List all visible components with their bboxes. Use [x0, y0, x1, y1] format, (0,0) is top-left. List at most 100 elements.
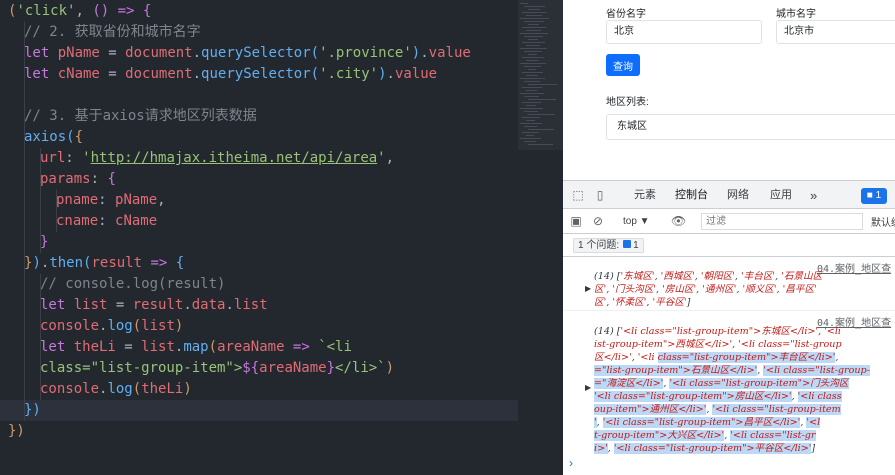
code-token: areaName: [259, 360, 327, 376]
code-line[interactable]: class="list-group-item">${areaName}</li>…: [0, 358, 394, 379]
code-token: ': [377, 150, 386, 166]
code-token: cName: [115, 213, 158, 229]
code-line[interactable]: ('click', () => {: [0, 1, 151, 22]
minimap-line: [526, 45, 540, 46]
code-token: {: [74, 129, 84, 145]
code-line[interactable]: // 3. 基于axios请求地区列表数据: [0, 106, 257, 127]
issues-bar: 1 个问题: 1: [563, 234, 895, 257]
console-log-line: ', '<li class="list-group-item">昌平区</li>…: [594, 416, 821, 429]
console-log-token: '顺义区': [742, 284, 777, 295]
sidebar-toggle-icon[interactable]: ▣: [569, 214, 583, 228]
minimap-line: [520, 63, 546, 64]
minimap-line: [520, 108, 543, 109]
code-line[interactable]: url: 'http://hmajax.itheima.net/api/area…: [0, 148, 394, 169]
console-log-token: '<li class="list-group-item">平谷区</li>': [613, 443, 812, 454]
console-log-token: '<li: [824, 326, 841, 337]
inspect-element-icon[interactable]: ⬚: [571, 188, 585, 202]
code-token: params: [40, 171, 91, 187]
code-token: (: [66, 129, 75, 145]
code-token: 'click': [16, 3, 76, 19]
code-editor[interactable]: ('click', () => {// 2. 获取省份和城市名字 let pNam…: [0, 0, 563, 475]
minimap-line: [520, 18, 549, 19]
code-line[interactable]: let cName = document.querySelector('.cit…: [0, 64, 437, 85]
code-token: url: [40, 150, 66, 166]
code-line[interactable]: axios({: [0, 127, 83, 148]
code-token: =: [99, 45, 126, 61]
minimap[interactable]: [518, 0, 563, 475]
console-prompt[interactable]: ›: [569, 456, 573, 470]
expand-arrow-icon[interactable]: ▶: [585, 383, 591, 392]
issues-counter-count: 1: [633, 240, 639, 251]
minimap-line: [528, 99, 556, 100]
minimap-line: [524, 96, 539, 97]
code-token: let: [40, 339, 74, 355]
code-token: class="list-group-item">: [40, 360, 243, 376]
log-source-link-1[interactable]: 04.案例_地区查: [817, 260, 891, 275]
code-token: (: [208, 339, 218, 355]
city-input[interactable]: 北京市: [776, 20, 895, 44]
code-line[interactable]: // 2. 获取省份和城市名字: [0, 22, 201, 43]
console-log-token: ="list-group-item">石景山区</li>': [594, 365, 758, 376]
log-levels-dropdown[interactable]: 默认级: [871, 214, 895, 229]
issues-counter[interactable]: 1 个问题: 1: [573, 238, 644, 253]
console-log-token: t-group-item">大兴区</li>': [594, 430, 725, 441]
code-line[interactable]: }): [0, 421, 25, 442]
tab-console[interactable]: 控制台: [675, 181, 708, 211]
console-log-token: '西城区': [660, 271, 695, 282]
console-log-token: '<li class="list-group-item">东城区</li>': [620, 326, 819, 337]
expand-arrow-icon[interactable]: ▶: [585, 284, 591, 293]
code-token: ): [378, 66, 387, 82]
issues-badge-count: 1: [875, 190, 882, 201]
code-token: then: [49, 255, 84, 271]
live-expression-eye-icon[interactable]: 👁: [671, 214, 686, 228]
province-input[interactable]: 北京: [606, 20, 762, 44]
code-token: // console.log(result): [40, 276, 226, 292]
console-log-token: ,: [835, 352, 839, 363]
more-tabs-button[interactable]: »: [810, 181, 817, 210]
code-token: ): [32, 255, 41, 271]
code-token: result: [91, 255, 143, 271]
code-token: =>: [284, 339, 319, 355]
tab-elements[interactable]: 元素: [634, 181, 656, 210]
console-log-token: (14) [: [594, 326, 621, 337]
context-selector[interactable]: top ▼: [623, 213, 650, 230]
device-toolbar-icon[interactable]: ▯: [593, 188, 607, 202]
code-token: list: [73, 297, 108, 313]
query-button[interactable]: 查询: [606, 54, 640, 76]
console-log-line: 区', '门头沟区', '房山区', '通州区', '顺义区', '昌平区': [594, 283, 817, 296]
code-line[interactable]: let theLi = list.map(areaName => `<li: [0, 337, 352, 358]
code-line[interactable]: [0, 85, 8, 106]
issues-badge[interactable]: ■ 1: [861, 188, 887, 204]
console-log-token: '东城区': [620, 271, 655, 282]
code-line[interactable]: let pName = document.querySelector('.pro…: [0, 43, 471, 64]
code-token: cname: [56, 213, 99, 229]
code-token: =: [99, 66, 126, 82]
minimap-viewport[interactable]: [518, 0, 563, 150]
code-token: areaName: [217, 339, 285, 355]
code-token: http://hmajax.itheima.net/api/area: [90, 150, 378, 166]
code-token: value: [428, 45, 471, 61]
code-token: pName: [57, 45, 100, 61]
code-token: }: [326, 360, 336, 376]
code-token: .: [192, 45, 202, 61]
code-line[interactable]: console.log(list): [0, 316, 183, 337]
code-line[interactable]: params: {: [0, 169, 116, 190]
code-line[interactable]: }).then(result => {: [0, 253, 184, 274]
console-log-token: '<li class: [797, 391, 842, 402]
code-line[interactable]: // console.log(result): [0, 274, 225, 295]
clear-console-icon[interactable]: ⊘: [591, 214, 605, 228]
code-line[interactable]: }): [0, 400, 518, 421]
console-log-token: '石景山区: [781, 271, 823, 282]
console-log-token: '昌平区': [782, 284, 817, 295]
console-log-token: '<li class="list-group-item: [712, 404, 841, 415]
indent-guide: [56, 190, 57, 232]
code-token: {: [107, 171, 116, 187]
code-token: console: [40, 381, 100, 397]
code-token: }): [8, 423, 25, 439]
console-filter-input[interactable]: [701, 213, 863, 230]
code-line[interactable]: console.log(theLi): [0, 379, 192, 400]
code-token: (: [310, 66, 320, 82]
code-token: =: [115, 339, 142, 355]
tab-application[interactable]: 应用: [770, 181, 792, 210]
tab-network[interactable]: 网络: [727, 181, 749, 210]
